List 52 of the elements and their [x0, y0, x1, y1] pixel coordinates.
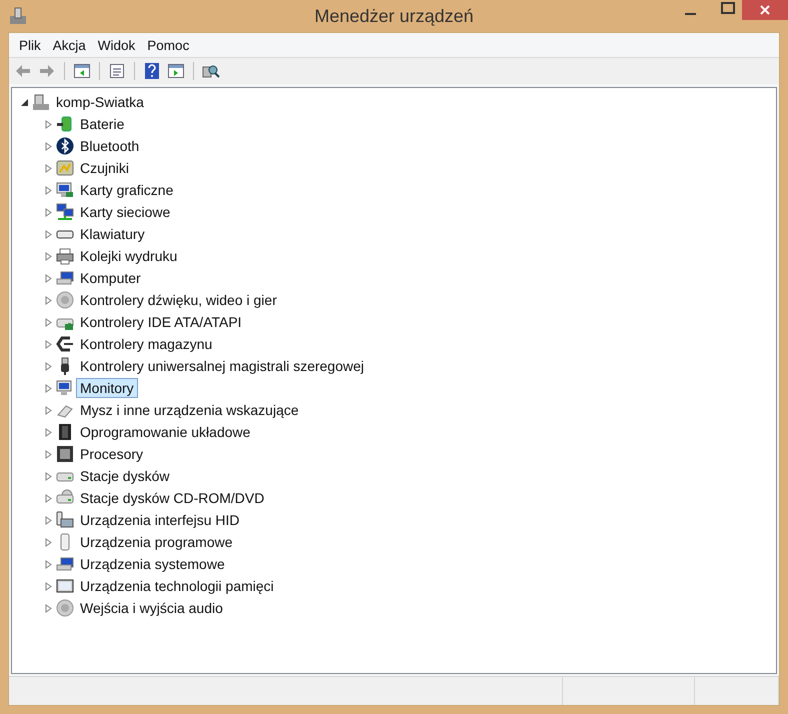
- menu-item[interactable]: Widok: [92, 38, 142, 52]
- input-devices-icon: [56, 511, 74, 529]
- tree-item[interactable]: Procesory: [76, 444, 148, 464]
- window-title: Menedżer urządzeń: [313, 6, 475, 26]
- network-icon: [56, 203, 74, 221]
- display-adapter-icon: [56, 181, 74, 199]
- processor-icon: [56, 445, 74, 463]
- app-icon: [8, 6, 28, 26]
- tree-item[interactable]: Urządzenia systemowe: [76, 554, 229, 574]
- tree-item[interactable]: Klawiatury: [76, 224, 149, 244]
- tree-item[interactable]: Karty sieciowe: [76, 202, 174, 222]
- console-tree-button[interactable]: [72, 61, 92, 81]
- tree-item[interactable]: Kontrolery magazynu: [76, 334, 216, 354]
- tree-item[interactable]: Urządzenia programowe: [76, 532, 237, 552]
- tree-item[interactable]: Urządzenia interfejsu HID: [76, 510, 244, 530]
- tree-item[interactable]: Kontrolery uniwersalnej magistrali szeregowej: [76, 356, 368, 376]
- storage-controller-icon: [56, 335, 74, 353]
- memory-card-icon: [56, 577, 74, 595]
- bluetooth-icon: [56, 137, 74, 155]
- speaker-icon: [56, 599, 74, 617]
- printer-icon: [56, 247, 74, 265]
- tree-item[interactable]: Komputer: [76, 268, 145, 288]
- computer-icon: [32, 93, 50, 111]
- tree-item[interactable]: Kontrolery IDE ATA/ATAPI: [76, 312, 246, 332]
- computer-icon: [56, 555, 74, 573]
- tree-item[interactable]: komp-Swiatka: [52, 92, 148, 112]
- close-button[interactable]: [742, 0, 788, 20]
- tree-item[interactable]: Oprogramowanie układowe: [76, 422, 254, 442]
- tree-item[interactable]: Monitory: [76, 378, 138, 398]
- tree-item[interactable]: Wejścia i wyjścia audio: [76, 598, 227, 618]
- tree-item[interactable]: Bluetooth: [76, 136, 144, 156]
- tree-item[interactable]: Kontrolery dźwięku, wideo i gier: [76, 290, 281, 310]
- tree-item[interactable]: Stacje dysków: [76, 466, 174, 486]
- tree-item[interactable]: Czujniki: [76, 158, 134, 178]
- tree-item[interactable]: Baterie: [76, 114, 128, 134]
- menu-item[interactable]: Pomoc: [141, 38, 196, 52]
- speaker-icon: [56, 291, 74, 309]
- tree-item[interactable]: Mysz i inne urządzenia wskazujące: [76, 400, 303, 420]
- tree-item[interactable]: Stacje dysków CD-ROM/DVD: [76, 488, 268, 508]
- computer-icon: [56, 269, 74, 287]
- monitor-icon: [56, 379, 74, 397]
- menu-item[interactable]: Akcja: [46, 38, 92, 52]
- sensor-icon: [56, 159, 74, 177]
- battery-icon: [56, 115, 74, 133]
- tree-item[interactable]: Karty graficzne: [76, 180, 178, 200]
- action-pane-button[interactable]: [166, 61, 186, 81]
- chip-icon: [56, 423, 74, 441]
- tree-item[interactable]: Urządzenia technologii pamięci: [76, 576, 278, 596]
- tree-item[interactable]: Kolejki wydruku: [76, 246, 182, 266]
- menu-item[interactable]: Plik: [13, 38, 47, 52]
- properties-button[interactable]: [107, 61, 127, 81]
- help-button[interactable]: [142, 61, 162, 81]
